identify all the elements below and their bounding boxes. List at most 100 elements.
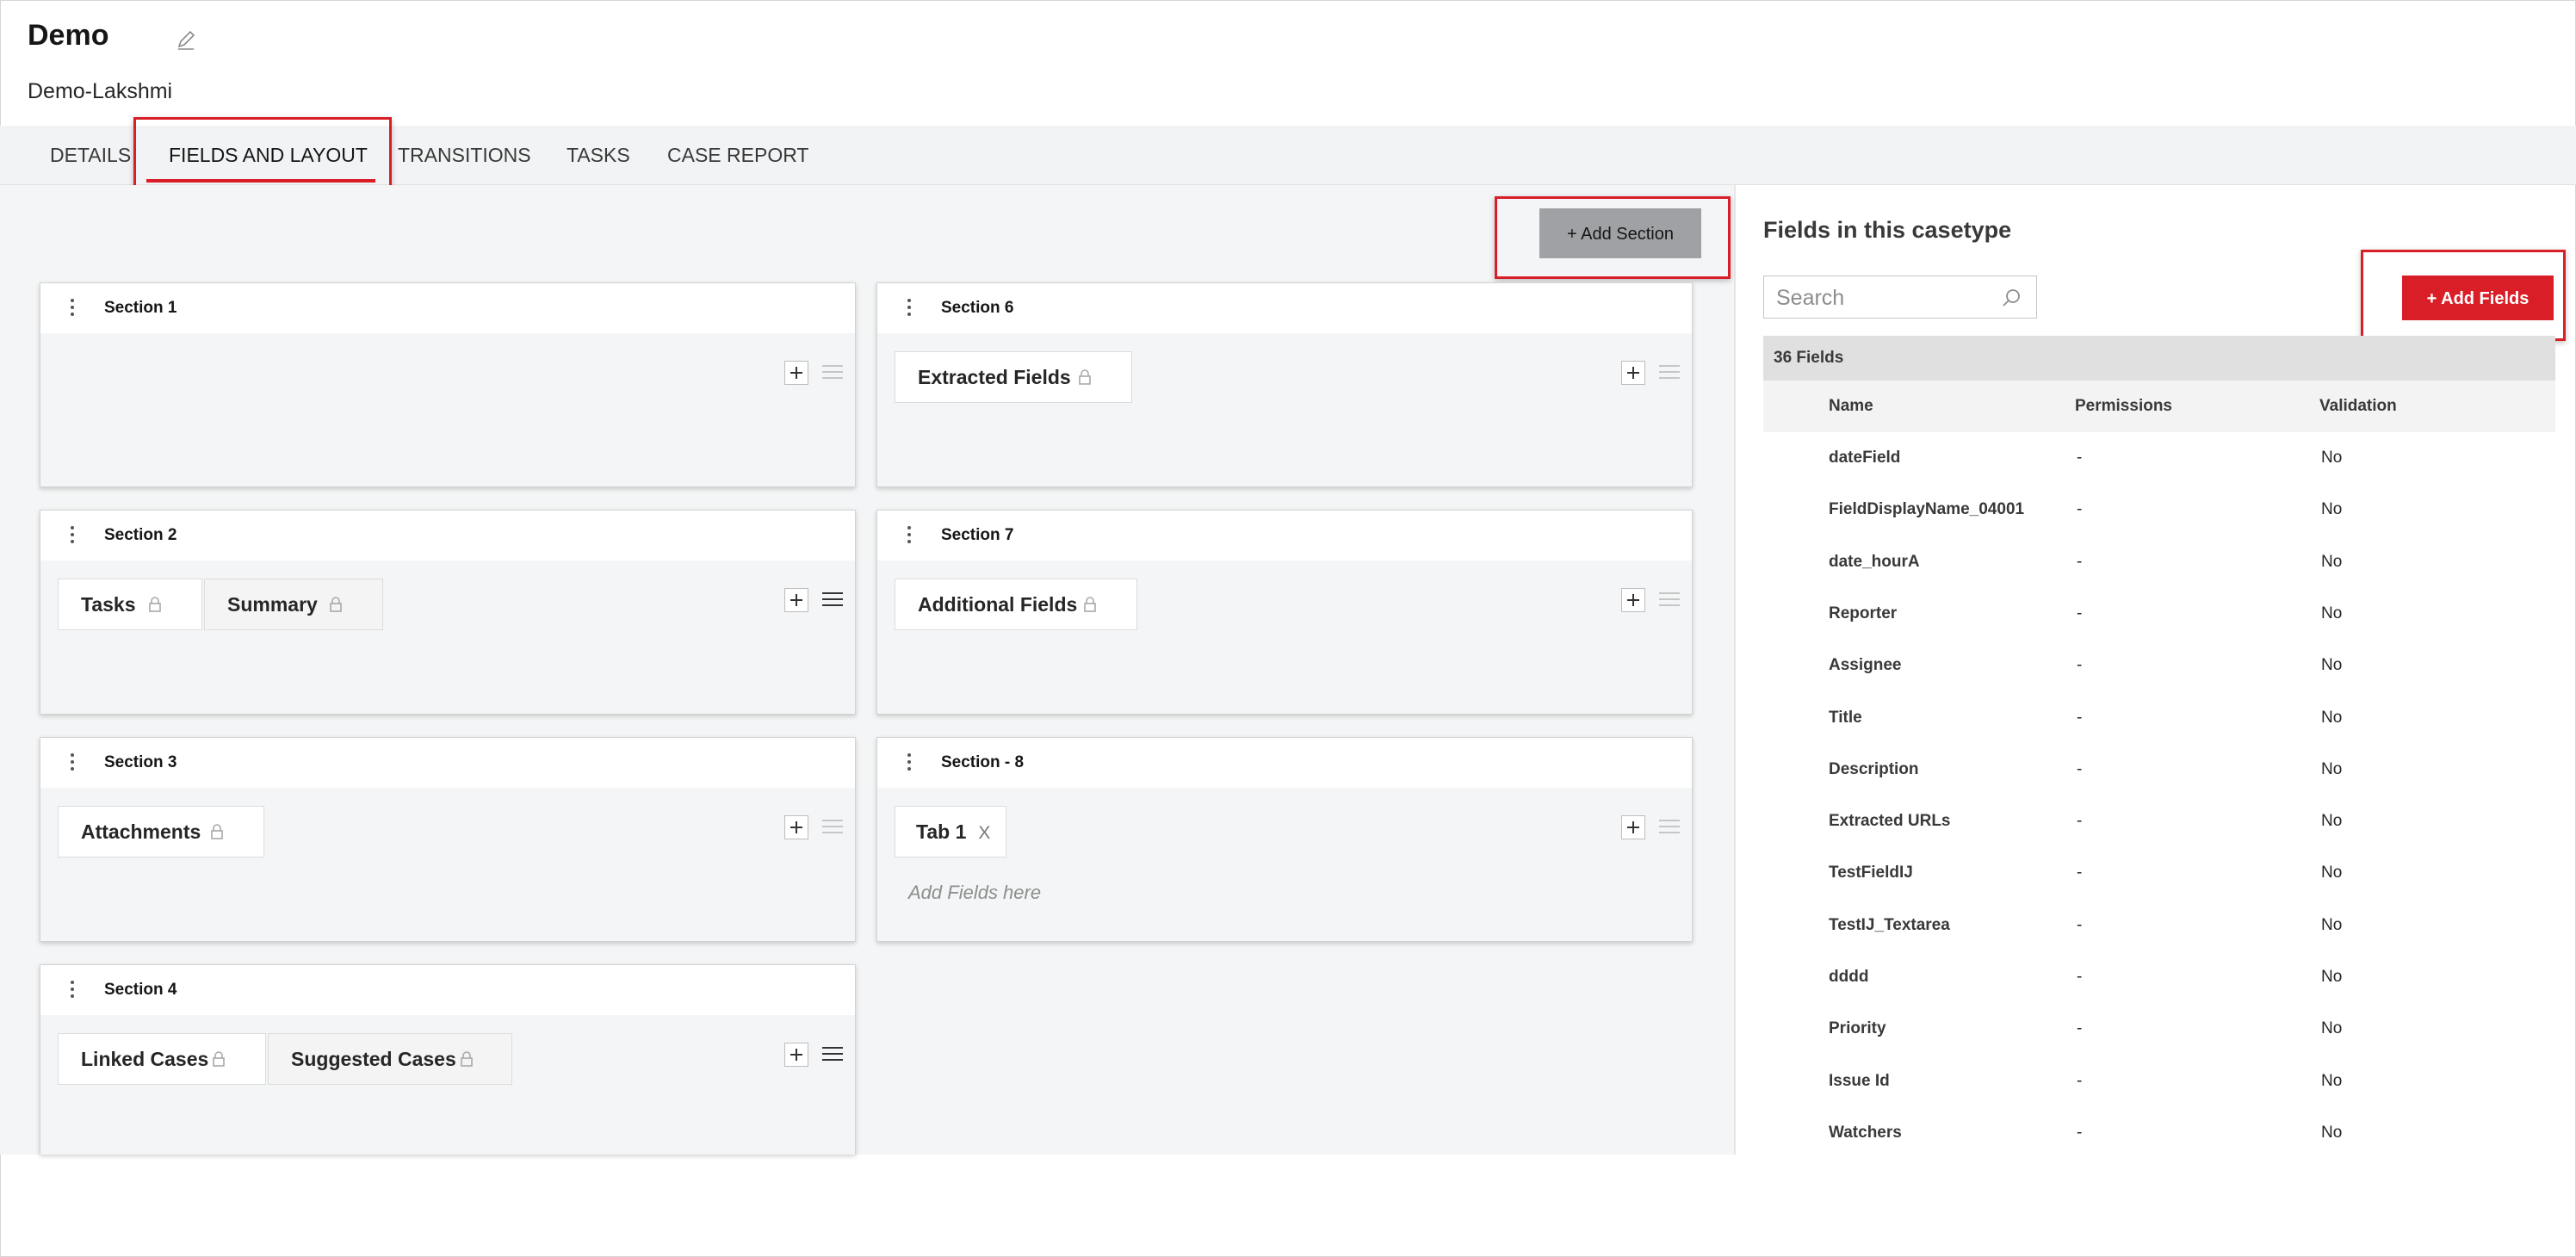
page-subtitle: Demo-Lakshmi — [28, 79, 173, 103]
cell-name: date_hourA — [1829, 553, 1920, 571]
search-input[interactable] — [1764, 276, 2002, 319]
search-field[interactable] — [1763, 276, 2037, 319]
cell-permissions: - — [2077, 916, 2083, 934]
drag-handle-icon[interactable] — [1659, 588, 1680, 609]
cell-validation: No — [2321, 604, 2343, 622]
cell-permissions: - — [2077, 709, 2083, 727]
kebab-icon[interactable] — [68, 977, 77, 1003]
kebab-icon[interactable] — [68, 295, 77, 321]
lock-icon — [1084, 597, 1096, 612]
cell-validation: No — [2321, 500, 2343, 518]
plus-icon[interactable] — [1621, 815, 1645, 839]
section-header: Section 1 — [40, 283, 855, 333]
kebab-icon[interactable] — [905, 295, 913, 321]
drag-handle-icon[interactable] — [1659, 361, 1680, 381]
kebab-icon[interactable] — [68, 523, 77, 548]
drag-handle-icon[interactable] — [822, 815, 843, 836]
table-row[interactable]: TestFieldIJ - No — [1763, 847, 2555, 899]
cell-validation: No — [2321, 449, 2343, 467]
drag-handle-icon[interactable] — [822, 361, 843, 381]
cell-name: Watchers — [1829, 1124, 1902, 1142]
tab-tasks[interactable]: TASKS — [567, 126, 630, 184]
close-icon[interactable]: X — [978, 823, 990, 843]
tab-case-report[interactable]: CASE REPORT — [667, 126, 808, 184]
section-header: Section - 8 — [877, 738, 1692, 788]
field-chip-attachments[interactable]: Attachments — [58, 806, 264, 858]
add-section-button[interactable]: + Add Section — [1539, 208, 1701, 258]
field-chip-label: Tasks — [81, 593, 136, 616]
plus-icon[interactable] — [784, 815, 808, 839]
plus-icon[interactable] — [784, 1043, 808, 1067]
section-title: Section 1 — [104, 299, 177, 317]
kebab-icon[interactable] — [68, 750, 77, 776]
table-row[interactable]: Title - No — [1763, 692, 2555, 744]
drag-handle-icon[interactable] — [822, 588, 843, 609]
table-row[interactable]: Issue Id - No — [1763, 1056, 2555, 1107]
table-row[interactable]: Extracted URLs - No — [1763, 796, 2555, 847]
cell-validation: No — [2321, 656, 2343, 674]
table-row[interactable]: Description - No — [1763, 744, 2555, 796]
table-row[interactable]: dddd - No — [1763, 951, 2555, 1003]
drag-handle-icon[interactable] — [1659, 815, 1680, 836]
plus-icon[interactable] — [784, 588, 808, 612]
lock-icon — [211, 824, 223, 839]
field-chip-label: Linked Cases — [81, 1048, 209, 1070]
section-card-4: Section 4 Linked Cases Suggested Cases — [40, 964, 856, 1155]
table-row[interactable]: Watchers - No — [1763, 1107, 2555, 1159]
field-chip-suggested-cases[interactable]: Suggested Cases — [268, 1033, 512, 1085]
table-row[interactable]: Reporter - No — [1763, 588, 2555, 640]
field-chip-label: Suggested Cases — [291, 1048, 456, 1070]
section-card-8: Section - 8 Tab 1 X Add Fields here — [876, 737, 1693, 942]
column-header-validation[interactable]: Validation — [2319, 381, 2397, 432]
table-row[interactable]: Assignee - No — [1763, 640, 2555, 691]
table-row[interactable]: Priority - No — [1763, 1003, 2555, 1055]
table-row[interactable]: TestIJ_Textarea - No — [1763, 900, 2555, 951]
tab-chip[interactable]: Tab 1 X — [895, 806, 1006, 858]
section-title: Section 2 — [104, 526, 177, 544]
cell-name: Title — [1829, 709, 1862, 727]
plus-icon[interactable] — [784, 361, 808, 385]
field-chip-summary[interactable]: Summary — [204, 579, 383, 630]
column-header-permissions[interactable]: Permissions — [2075, 381, 2172, 432]
cell-name: Extracted URLs — [1829, 812, 1951, 830]
field-chip-extracted-fields[interactable]: Extracted Fields — [895, 351, 1132, 403]
cell-validation: No — [2321, 812, 2343, 830]
field-chip-additional-fields[interactable]: Additional Fields — [895, 579, 1137, 630]
cell-permissions: - — [2077, 760, 2083, 778]
section-header: Section 7 — [877, 511, 1692, 560]
lock-icon — [1079, 369, 1091, 385]
table-row[interactable]: FieldDisplayName_04001 - No — [1763, 484, 2555, 536]
cell-permissions: - — [2077, 553, 2083, 571]
plus-icon[interactable] — [1621, 361, 1645, 385]
column-header-name[interactable]: Name — [1829, 381, 1873, 432]
section-title: Section 6 — [941, 299, 1014, 317]
tab-details[interactable]: DETAILS — [50, 126, 131, 184]
cell-permissions: - — [2077, 968, 2083, 986]
cell-permissions: - — [2077, 1072, 2083, 1090]
field-chip-linked-cases[interactable]: Linked Cases — [58, 1033, 266, 1085]
section-title: Section 7 — [941, 526, 1014, 544]
pencil-icon[interactable] — [174, 28, 198, 52]
cell-name: Issue Id — [1829, 1072, 1890, 1090]
cell-validation: No — [2321, 553, 2343, 571]
kebab-icon[interactable] — [905, 523, 913, 548]
tab-fields-and-layout[interactable]: FIELDS AND LAYOUT — [169, 126, 368, 184]
field-chip-tasks[interactable]: Tasks — [58, 579, 202, 630]
section-card-6: Section 6 Extracted Fields — [876, 282, 1693, 487]
field-count: 36 Fields — [1763, 336, 2555, 381]
cell-name: dddd — [1829, 968, 1869, 986]
add-fields-button[interactable]: + Add Fields — [2402, 276, 2554, 320]
cell-name: TestIJ_Textarea — [1829, 916, 1950, 934]
section-header: Section 2 — [40, 511, 855, 560]
field-chip-label: Summary — [227, 593, 318, 616]
plus-icon[interactable] — [1621, 588, 1645, 612]
cell-name: dateField — [1829, 449, 1901, 467]
table-row[interactable]: date_hourA - No — [1763, 536, 2555, 588]
field-chip-label: Additional Fields — [918, 593, 1078, 616]
kebab-icon[interactable] — [905, 750, 913, 776]
drag-handle-icon[interactable] — [822, 1043, 843, 1063]
cell-name: Reporter — [1829, 604, 1898, 622]
table-row[interactable]: dateField - No — [1763, 432, 2555, 484]
tab-transitions[interactable]: TRANSITIONS — [398, 126, 531, 184]
search-icon[interactable] — [2000, 287, 2022, 309]
